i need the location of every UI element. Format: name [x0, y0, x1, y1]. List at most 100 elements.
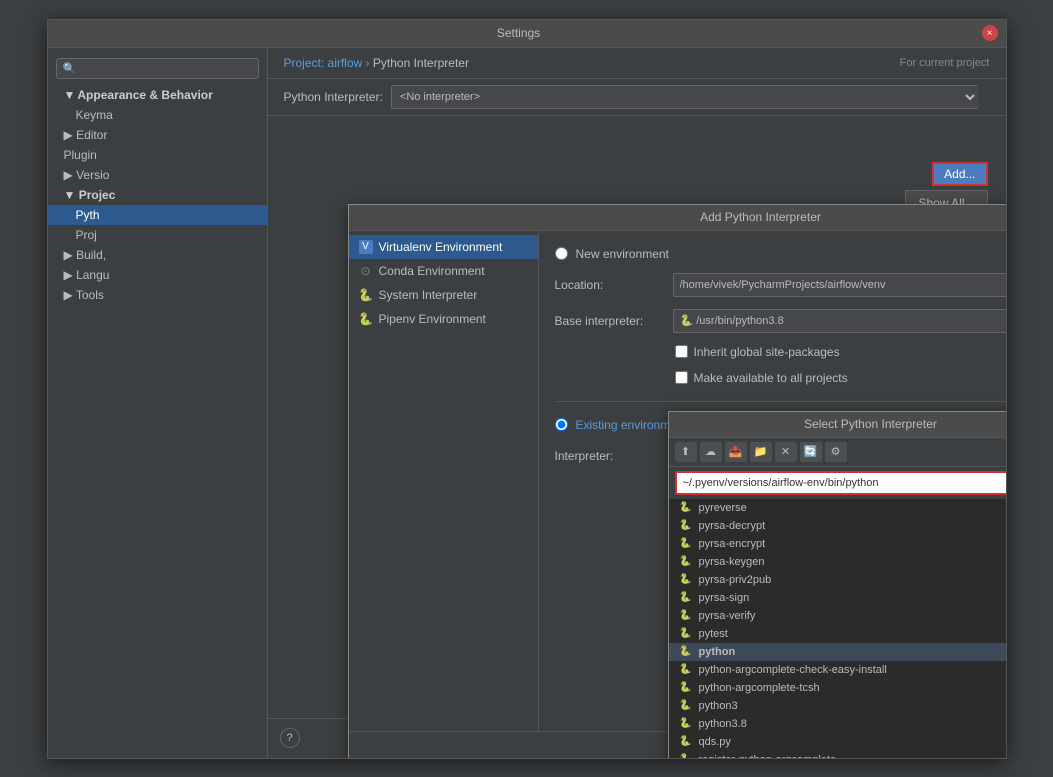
search-box[interactable]: 🔍	[56, 58, 259, 79]
sel-tool-delete[interactable]: ✕	[775, 442, 797, 462]
content-area: Add Python Interpreter × V Virtualenv En…	[268, 116, 1006, 718]
file-icon: 🐍	[679, 555, 693, 569]
file-icon: 🐍	[679, 591, 693, 605]
sidebar-item-plugins[interactable]: Plugin	[48, 145, 267, 165]
file-item-pyrsa-sign[interactable]: 🐍 pyrsa-sign	[669, 589, 1006, 607]
file-item-pyreverse[interactable]: 🐍 pyreverse	[669, 499, 1006, 517]
select-interpreter-title: Select Python Interpreter	[677, 417, 1006, 431]
file-item-pyrsa-encrypt[interactable]: 🐍 pyrsa-encrypt	[669, 535, 1006, 553]
new-env-label: New environment	[576, 247, 669, 261]
conda-icon: ⊙	[359, 264, 373, 278]
file-item-pyrsa-keygen[interactable]: 🐍 pyrsa-keygen	[669, 553, 1006, 571]
sidebar-item-tools[interactable]: ▶ Tools	[48, 285, 267, 305]
file-icon: 🐍	[679, 753, 693, 758]
file-item-pyrsa-priv2pub[interactable]: 🐍 pyrsa-priv2pub	[669, 571, 1006, 589]
virtualenv-icon: V	[359, 240, 373, 254]
file-item-pyrsa-decrypt[interactable]: 🐍 pyrsa-decrypt	[669, 517, 1006, 535]
sel-tool-folder[interactable]: 📁	[750, 442, 772, 462]
env-sidebar: V Virtualenv Environment ⊙ Conda Environ…	[349, 231, 539, 731]
breadcrumb: Project: airflow › Python Interpreter	[284, 56, 469, 70]
settings-dialog: Settings × 🔍 ▼ Appearance & Behavior Key…	[47, 19, 1007, 759]
pipenv-icon: 🐍	[359, 312, 373, 326]
select-interpreter-dialog: Select Python Interpreter × ⬆ ☁ 📤 📁 ✕ 🔄	[668, 411, 1006, 758]
settings-titlebar: Settings ×	[48, 20, 1006, 48]
file-icon: 🐍	[679, 645, 693, 659]
make-available-checkbox[interactable]	[675, 371, 688, 384]
file-icon: 🐍	[679, 735, 693, 749]
new-env-radio-group: New environment	[555, 247, 1006, 261]
path-input-row: ⬇	[669, 467, 1006, 499]
search-input[interactable]	[80, 62, 251, 74]
file-icon: 🐍	[679, 663, 693, 677]
settings-help[interactable]: ?	[280, 728, 300, 748]
base-interpreter-input[interactable]	[673, 309, 1006, 333]
sidebar-item-appearance[interactable]: ▼ Appearance & Behavior	[48, 85, 267, 105]
settings-sidebar: 🔍 ▼ Appearance & Behavior Keyma ▶ Editor…	[48, 48, 268, 758]
sidebar-item-editor[interactable]: ▶ Editor	[48, 125, 267, 145]
file-icon: 🐍	[679, 501, 693, 515]
file-item-qds[interactable]: 🐍 qds.py	[669, 733, 1006, 751]
file-item-python-argcomplete-tcsh[interactable]: 🐍 python-argcomplete-tcsh	[669, 679, 1006, 697]
add-button[interactable]: Add...	[932, 162, 987, 186]
file-icon: 🐍	[679, 609, 693, 623]
make-available-label: Make available to all projects	[694, 371, 848, 385]
sidebar-item-keymap[interactable]: Keyma	[48, 105, 267, 125]
sidebar-item-languages[interactable]: ▶ Langu	[48, 265, 267, 285]
interpreter-combo-group: <No interpreter>	[391, 85, 978, 109]
main-content: Project: airflow › Python Interpreter Fo…	[268, 48, 1006, 758]
sidebar-item-build[interactable]: ▶ Build,	[48, 245, 267, 265]
env-item-virtualenv[interactable]: V Virtualenv Environment	[349, 235, 538, 259]
location-input[interactable]	[673, 273, 1006, 297]
file-icon: 🐍	[679, 519, 693, 533]
file-icon: 🐍	[679, 699, 693, 713]
base-interpreter-row: Base interpreter: ▼ ...	[555, 309, 1006, 333]
sel-tool-cloud[interactable]: ☁	[700, 442, 722, 462]
file-item-register[interactable]: 🐍 register-python-argcomplete	[669, 751, 1006, 758]
settings-close-button[interactable]: ×	[982, 25, 998, 41]
interpreter-label: Python Interpreter:	[284, 90, 383, 104]
sidebar-item-project[interactable]: ▼ Projec	[48, 185, 267, 205]
content-header: Project: airflow › Python Interpreter Fo…	[268, 48, 1006, 79]
location-label: Location:	[555, 278, 665, 292]
path-input[interactable]	[675, 471, 1006, 495]
existing-env-radio[interactable]	[555, 418, 568, 431]
inherit-checkbox-row: Inherit global site-packages	[555, 345, 1006, 359]
new-env-radio[interactable]	[555, 247, 568, 260]
sel-tool-settings[interactable]: ⚙	[825, 442, 847, 462]
file-list: 🐍 pyreverse 🐍 pyrsa-decrypt 🐍 pyrsa-encr…	[669, 499, 1006, 758]
base-interpreter-combo-group: ▼	[673, 309, 1006, 333]
env-item-pipenv[interactable]: 🐍 Pipenv Environment	[349, 307, 538, 331]
add-interpreter-titlebar: Add Python Interpreter ×	[349, 205, 1006, 231]
file-item-python38[interactable]: 🐍 python3.8	[669, 715, 1006, 733]
make-available-checkbox-row: Make available to all projects	[555, 371, 1006, 385]
file-item-pyrsa-verify[interactable]: 🐍 pyrsa-verify	[669, 607, 1006, 625]
sel-tool-export[interactable]: 📤	[725, 442, 747, 462]
for-current-project: For current project	[900, 57, 990, 69]
env-item-system[interactable]: 🐍 System Interpreter	[349, 283, 538, 307]
location-row: Location: 📁	[555, 273, 1006, 297]
select-interpreter-titlebar: Select Python Interpreter ×	[669, 412, 1006, 438]
sel-tool-refresh[interactable]: 🔄	[800, 442, 822, 462]
file-icon: 🐍	[679, 681, 693, 695]
sidebar-item-python-interpreter[interactable]: Pyth	[48, 205, 267, 225]
file-item-python[interactable]: 🐍 python	[669, 643, 1006, 661]
file-item-pytest[interactable]: 🐍 pytest	[669, 625, 1006, 643]
base-interpreter-label: Base interpreter:	[555, 314, 665, 328]
select-interpreter-toolbar: ⬆ ☁ 📤 📁 ✕ 🔄 ⚙ Hide path	[669, 438, 1006, 467]
inherit-label: Inherit global site-packages	[694, 345, 840, 359]
sidebar-item-project-structure[interactable]: Proj	[48, 225, 267, 245]
settings-body: 🔍 ▼ Appearance & Behavior Keyma ▶ Editor…	[48, 48, 1006, 758]
sel-tool-up[interactable]: ⬆	[675, 442, 697, 462]
file-icon: 🐍	[679, 537, 693, 551]
file-item-python-argcomplete-check[interactable]: 🐍 python-argcomplete-check-easy-install	[669, 661, 1006, 679]
settings-title: Settings	[56, 26, 982, 40]
divider	[555, 401, 1006, 402]
file-item-python3[interactable]: 🐍 python3	[669, 697, 1006, 715]
sidebar-item-version[interactable]: ▶ Versio	[48, 165, 267, 185]
interpreter-toolbar: Python Interpreter: <No interpreter> Add…	[268, 79, 1006, 116]
interpreter-select[interactable]: <No interpreter>	[391, 85, 978, 109]
file-icon: 🐍	[679, 627, 693, 641]
add-interpreter-title: Add Python Interpreter	[357, 210, 1006, 224]
inherit-checkbox[interactable]	[675, 345, 688, 358]
env-item-conda[interactable]: ⊙ Conda Environment	[349, 259, 538, 283]
